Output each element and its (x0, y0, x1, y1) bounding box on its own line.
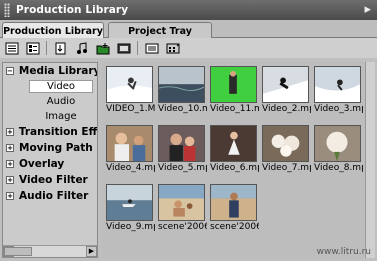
media-thumbnail[interactable]: scene'2006 (156, 182, 207, 237)
tree-group-video-filter[interactable]: + Video Filter (3, 172, 97, 188)
library-toolbar (0, 38, 377, 58)
thumbnail-caption: Video_3.mp (314, 104, 363, 114)
media-thumbnail-panel: VIDEO_1.M Video_10.m Video_11.m Video_2.mp V… (102, 62, 375, 258)
media-thumbnail[interactable]: Video_7.mp (260, 123, 311, 178)
video-thumbnail-image (314, 66, 361, 103)
expand-icon[interactable]: + (6, 192, 14, 200)
category-tree: − Media Library Video Audio Image + Tran… (2, 62, 98, 258)
media-thumbnail[interactable]: Video_4.mp (104, 123, 155, 178)
media-thumbnail[interactable]: Video_6.mp (208, 123, 259, 178)
expand-icon[interactable]: + (6, 176, 14, 184)
media-thumbnail[interactable]: VIDEO_1.M (104, 64, 155, 119)
video-thumbnail-image (158, 184, 205, 221)
watermark-text: www.litru.ru (316, 247, 371, 257)
video-thumbnail-image (158, 66, 205, 103)
tree-group-overlay[interactable]: + Overlay (3, 156, 97, 172)
drag-grip-icon[interactable] (4, 3, 10, 17)
tree-group-media-library[interactable]: − Media Library (3, 63, 97, 79)
thumbnail-caption: Video_6.mp (210, 163, 259, 173)
video-thumbnail-image (210, 184, 257, 221)
capture-icon[interactable] (144, 41, 159, 55)
horizontal-scrollbar[interactable]: ◀ ▶ (3, 245, 97, 257)
scroll-right-icon[interactable]: ▶ (86, 246, 97, 257)
expand-icon[interactable]: + (6, 128, 14, 136)
thumbnail-caption: Video_10.m (158, 104, 207, 114)
tree-group-transition-effect[interactable]: + Transition Effe (3, 124, 97, 140)
import-icon[interactable] (53, 41, 68, 55)
tab-production-library[interactable]: Production Library (2, 22, 104, 39)
thumbnail-caption: Video_2.mp (262, 104, 311, 114)
expand-icon[interactable]: + (6, 144, 14, 152)
video-thumbnail-image (314, 125, 361, 162)
expand-icon[interactable]: + (6, 160, 14, 168)
list-view-icon[interactable] (4, 41, 19, 55)
video-thumbnail-image (158, 125, 205, 162)
window-title: Production Library (16, 4, 129, 16)
window-titlebar: Production Library ▸ (0, 0, 377, 20)
media-thumbnail[interactable]: Video_3.mp (312, 64, 363, 119)
thumbnail-caption: Video_7.mp (262, 163, 311, 173)
thumbnail-caption: Video_8.mp (314, 163, 363, 173)
thumbnail-caption: Video_5.mp (158, 163, 207, 173)
toolbar-separator (137, 41, 138, 55)
thumbnail-caption: Video_4.mp (106, 163, 155, 173)
collapse-icon[interactable]: − (6, 67, 14, 75)
tree-item-video[interactable]: Video (3, 79, 97, 94)
media-thumbnail[interactable]: Video_9.mp (104, 182, 155, 237)
scroll-thumb[interactable] (4, 247, 32, 256)
media-thumbnail[interactable]: Video_11.m (208, 64, 259, 119)
video-thumbnail-image (210, 125, 257, 162)
scene-icon[interactable] (165, 41, 180, 55)
thumbnail-caption: Video_9.mp (106, 222, 155, 232)
media-thumbnail[interactable]: scene'2006 (208, 182, 259, 237)
tab-project-tray[interactable]: Project Tray (108, 22, 212, 39)
tree-group-moving-path[interactable]: + Moving Path (3, 140, 97, 156)
media-thumbnail[interactable]: Video_5.mp (156, 123, 207, 178)
media-thumbnail[interactable]: Video_2.mp (260, 64, 311, 119)
video-thumbnail-image (106, 66, 153, 103)
toolbar-separator (46, 41, 47, 55)
video-thumbnail-image (106, 184, 153, 221)
tree-item-image[interactable]: Image (3, 109, 97, 124)
video-thumbnail-image (262, 66, 309, 103)
details-view-icon[interactable] (25, 41, 40, 55)
thumbnail-caption: scene'2006 (210, 222, 259, 232)
media-thumbnail[interactable]: Video_10.m (156, 64, 207, 119)
video-thumbnail-image (262, 125, 309, 162)
thumbnail-caption: scene'2006 (158, 222, 207, 232)
video-thumbnail-image (210, 66, 257, 103)
add-folder-icon[interactable] (95, 41, 110, 55)
thumbnail-caption: VIDEO_1.M (106, 104, 155, 114)
tree-group-audio-filter[interactable]: + Audio Filter (3, 188, 97, 204)
panel-menu-icon[interactable]: ▸ (364, 2, 371, 17)
tree-item-audio[interactable]: Audio (3, 94, 97, 109)
music-icon[interactable] (74, 41, 89, 55)
media-thumbnail[interactable]: Video_8.mp (312, 123, 363, 178)
film-icon[interactable] (116, 41, 131, 55)
tab-bar: Production Library Project Tray (0, 20, 377, 39)
video-thumbnail-image (106, 125, 153, 162)
thumbnail-caption: Video_11.m (210, 104, 259, 114)
vertical-scrollbar[interactable] (365, 62, 375, 258)
